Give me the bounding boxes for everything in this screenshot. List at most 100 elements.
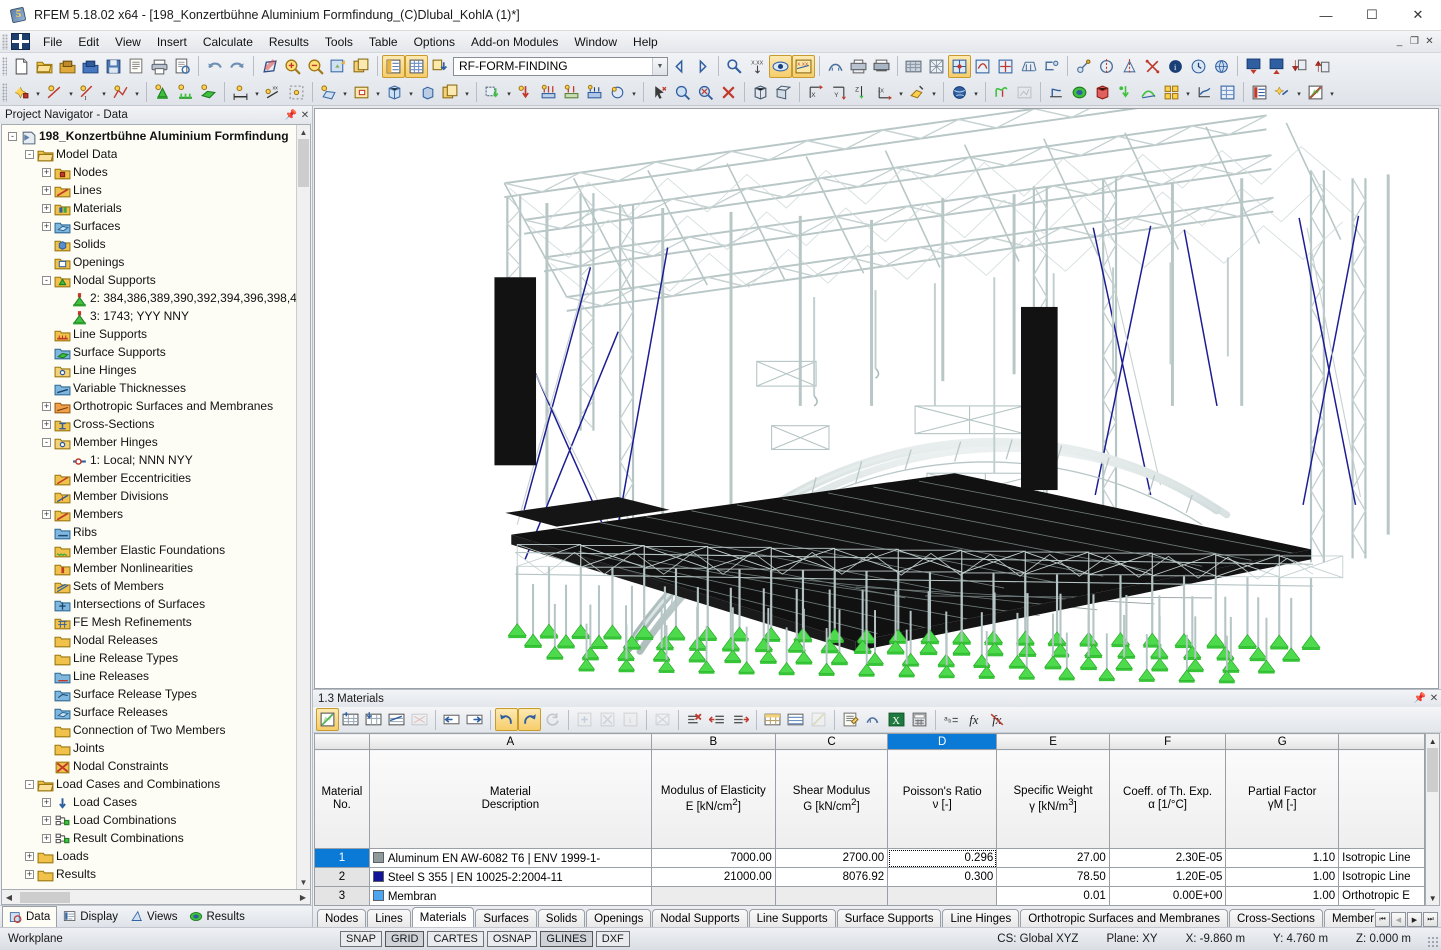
view-down-icon[interactable] — [1288, 55, 1311, 78]
material-description-cell[interactable]: Steel S 355 | EN 10025-2:2004-11 — [368, 867, 652, 887]
table-panel-icon[interactable] — [382, 54, 405, 78]
tree-item[interactable]: Member Elastic Foundations — [2, 541, 310, 559]
open-folder-icon[interactable] — [33, 55, 56, 78]
sheet-tab-line-hinges[interactable]: Line Hinges — [942, 909, 1020, 927]
menu-addon-modules[interactable]: Add-on Modules — [463, 33, 566, 51]
status-toggle-cartes[interactable]: CARTES — [427, 931, 484, 947]
new-polyline-icon[interactable] — [109, 81, 132, 104]
material-model-cell[interactable]: Isotropic Line — [1338, 848, 1426, 868]
open-package-icon[interactable] — [56, 55, 79, 78]
sheet-tab-orthotropic-surfaces-and-membranes[interactable]: Orthotropic Surfaces and Membranes — [1020, 909, 1228, 927]
result-table-icon[interactable] — [1216, 81, 1239, 104]
material-no-cell[interactable]: 3 — [314, 886, 370, 906]
print-icon[interactable] — [148, 55, 171, 78]
globe-dropdown[interactable]: ▾ — [971, 81, 981, 104]
tab-next-button[interactable]: ▶ — [1407, 912, 1422, 927]
view-z-icon[interactable]: Z — [850, 81, 873, 104]
snap-node-icon[interactable] — [1072, 55, 1095, 78]
tree-item[interactable]: - Nodal Supports — [2, 271, 310, 289]
material-description-cell[interactable]: Membran — [368, 886, 652, 906]
zoom-in-icon[interactable] — [281, 55, 304, 78]
poissons-ratio-cell[interactable]: 0.296 — [887, 848, 998, 868]
column-header-letter[interactable]: E — [996, 733, 1110, 750]
tree-item[interactable]: 3: 1743; YYY NNY — [2, 307, 310, 325]
new-polyline-dropdown[interactable]: ▾ — [132, 81, 142, 104]
view-front-icon[interactable] — [1242, 55, 1265, 78]
tree-item[interactable]: 2: 384,386,389,390,392,394,396,398,4 — [2, 289, 310, 307]
box3d-icon[interactable] — [772, 81, 795, 104]
navigator-vertical-scrollbar[interactable]: ▲ ▼ — [296, 125, 310, 889]
expand-toggle-icon[interactable]: + — [42, 185, 51, 195]
sheet-tab-member-hinges[interactable]: Member Hinges — [1323, 909, 1375, 927]
tree-item[interactable]: + Load Cases — [2, 793, 310, 811]
cross-icon[interactable] — [1141, 55, 1164, 78]
view-back-icon[interactable] — [1265, 55, 1288, 78]
sheet-tab-surface-supports[interactable]: Surface Supports — [836, 909, 942, 927]
menu-window[interactable]: Window — [566, 33, 625, 51]
next-icon[interactable] — [463, 708, 486, 731]
menu-calculate[interactable]: Calculate — [195, 33, 261, 51]
tree-item[interactable]: + Load Combinations — [2, 811, 310, 829]
redo-icon[interactable] — [518, 708, 541, 731]
add-icon[interactable] — [573, 708, 596, 731]
pin-icon[interactable]: 📌 — [284, 107, 298, 123]
mesh-icon[interactable] — [902, 55, 925, 78]
mdi-minimize-button[interactable]: _ — [1392, 34, 1407, 49]
tree-item[interactable]: Line Releases — [2, 667, 310, 685]
view-negx-icon[interactable]: -X — [873, 81, 896, 104]
material-description-cell[interactable]: Aluminum EN AW-6082 T6 | ENV 1999-1- — [368, 848, 652, 868]
scroll-up-icon[interactable]: ▲ — [297, 125, 310, 139]
undo-icon[interactable] — [495, 708, 518, 731]
new-surface-icon[interactable] — [317, 81, 340, 104]
clock-icon[interactable] — [1187, 55, 1210, 78]
new-solid2-icon[interactable] — [416, 81, 439, 104]
tree-item[interactable]: + Lines — [2, 181, 310, 199]
column-header-letter[interactable]: G — [1225, 733, 1340, 750]
modulus-elasticity-cell[interactable]: 7000.00 — [650, 848, 776, 868]
expand-toggle-icon[interactable]: + — [42, 401, 51, 411]
view-up-icon[interactable] — [1311, 55, 1334, 78]
new-dim-line-icon[interactable]: I — [76, 81, 99, 104]
expand-toggle-icon[interactable]: + — [42, 221, 51, 231]
show-model-icon[interactable] — [948, 54, 971, 78]
expand-toggle-icon[interactable]: + — [42, 833, 51, 843]
column-header-letter[interactable]: F — [1108, 733, 1227, 750]
nav-tab-views[interactable]: Views — [124, 906, 183, 927]
tree-item[interactable]: Solids — [2, 235, 310, 253]
material-model-cell[interactable]: Isotropic Line — [1338, 867, 1426, 887]
status-toggle-glines[interactable]: GLINES — [540, 931, 593, 947]
copy-window-icon[interactable] — [350, 55, 373, 78]
tree-item[interactable]: + Nodes — [2, 163, 310, 181]
select-obj-icon[interactable] — [862, 708, 885, 731]
collapse-toggle-icon[interactable]: - — [42, 437, 51, 447]
grid-model-icon[interactable] — [1017, 55, 1040, 78]
navigator-horizontal-scrollbar[interactable]: ◀ ▶ — [1, 890, 311, 905]
member-load-icon[interactable] — [560, 81, 583, 104]
table-row[interactable]: 2 Steel S 355 | EN 10025-2:2004-11 21000.0… — [314, 867, 1426, 887]
partial-factor-cell[interactable]: 1.10 — [1225, 848, 1340, 868]
expand-toggle-icon[interactable]: + — [42, 167, 51, 177]
table-row[interactable]: 1 Aluminum EN AW-6082 T6 | ENV 1999-1- 700… — [314, 848, 1426, 868]
select-icon[interactable] — [648, 81, 671, 104]
new-member-icon[interactable] — [229, 81, 252, 104]
tree-item[interactable]: + Surfaces — [2, 217, 310, 235]
tree-item[interactable]: - Load Cases and Combinations — [2, 775, 310, 793]
nav-tab-display[interactable]: Display — [57, 906, 124, 927]
rename-icon[interactable]: ab — [940, 708, 963, 731]
new-line-icon[interactable] — [43, 81, 66, 104]
specific-weight-cell[interactable]: 78.50 — [996, 867, 1110, 887]
delete-rows-icon[interactable] — [408, 708, 431, 731]
tree-item[interactable]: Surface Release Types — [2, 685, 310, 703]
table-row[interactable]: 3 Membran 0.01 0.00E+00 1.00 Orthotropic E — [314, 886, 1426, 906]
color-scale-dropdown[interactable]: ▾ — [1327, 81, 1337, 104]
shift-right-icon[interactable] — [729, 708, 752, 731]
toolbar-grip-2[interactable] — [2, 82, 7, 102]
calculator-icon[interactable] — [908, 708, 931, 731]
tab-prev-button[interactable]: ◀ — [1391, 912, 1406, 927]
view-dropdown[interactable]: ▾ — [896, 81, 906, 104]
mdi-close-button[interactable]: ✕ — [1422, 34, 1437, 49]
tree-item[interactable]: Member Divisions — [2, 487, 310, 505]
circle-icon[interactable] — [1095, 55, 1118, 78]
tree-item[interactable]: - 198_Konzertbühne Aluminium Formfindung — [2, 127, 310, 145]
view-x-icon[interactable]: X — [804, 81, 827, 104]
